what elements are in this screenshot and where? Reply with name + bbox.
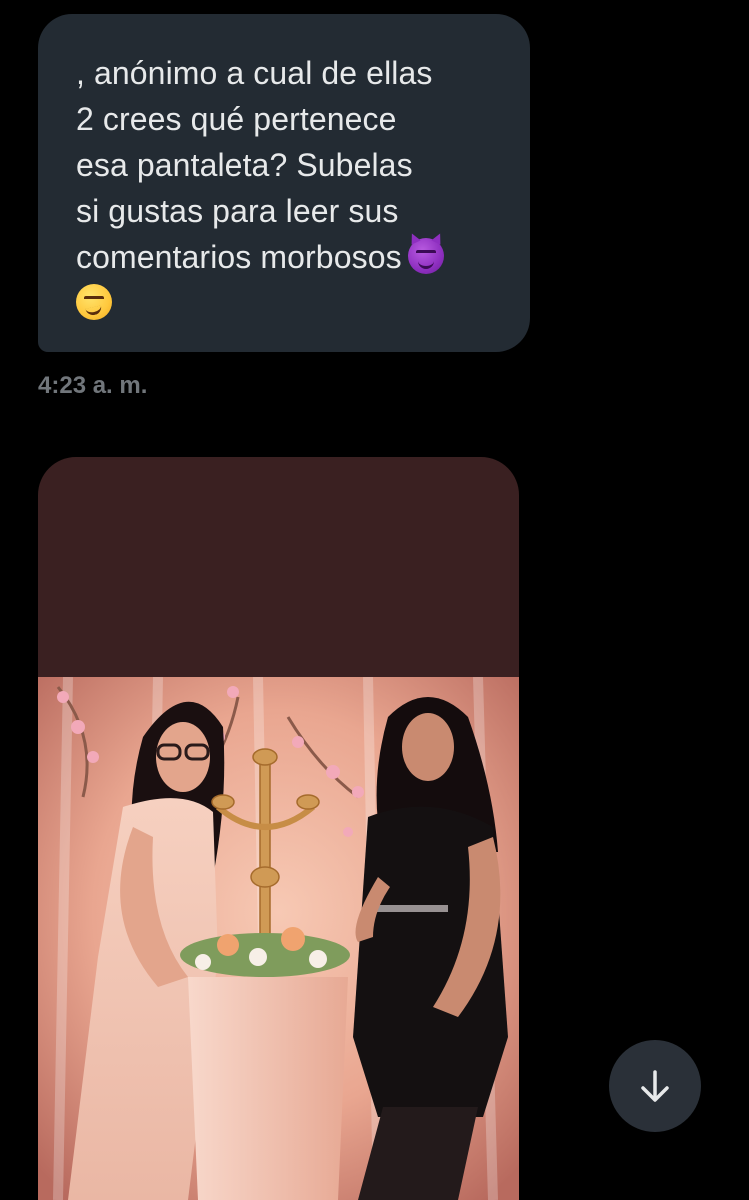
message-line: 2 crees qué pertenece [76,101,397,137]
message-line-emoji [76,280,500,326]
message-line: si gustas para leer sus [76,193,399,229]
smirking-face-icon [76,284,112,320]
message-bubble[interactable]: , anónimo a cual de ellas 2 crees qué pe… [38,14,530,352]
media-attachment[interactable] [38,457,519,1200]
message-line: esa pantaleta? Subelas [76,147,413,183]
smiling-face-with-horns-icon [407,238,444,274]
dm-conversation-screen: , anónimo a cual de ellas 2 crees qué pe… [0,0,749,1200]
arrow-down-icon [641,1070,669,1102]
message-line: comentarios morbosos [76,239,402,275]
message-line: , anónimo a cual de ellas [76,55,433,91]
message-line-with-emoji: comentarios morbosos [76,234,500,280]
scroll-down-button[interactable] [609,1040,701,1132]
message-timestamp: 4:23 a. m. [38,372,148,399]
attached-photo[interactable] [38,677,519,1200]
